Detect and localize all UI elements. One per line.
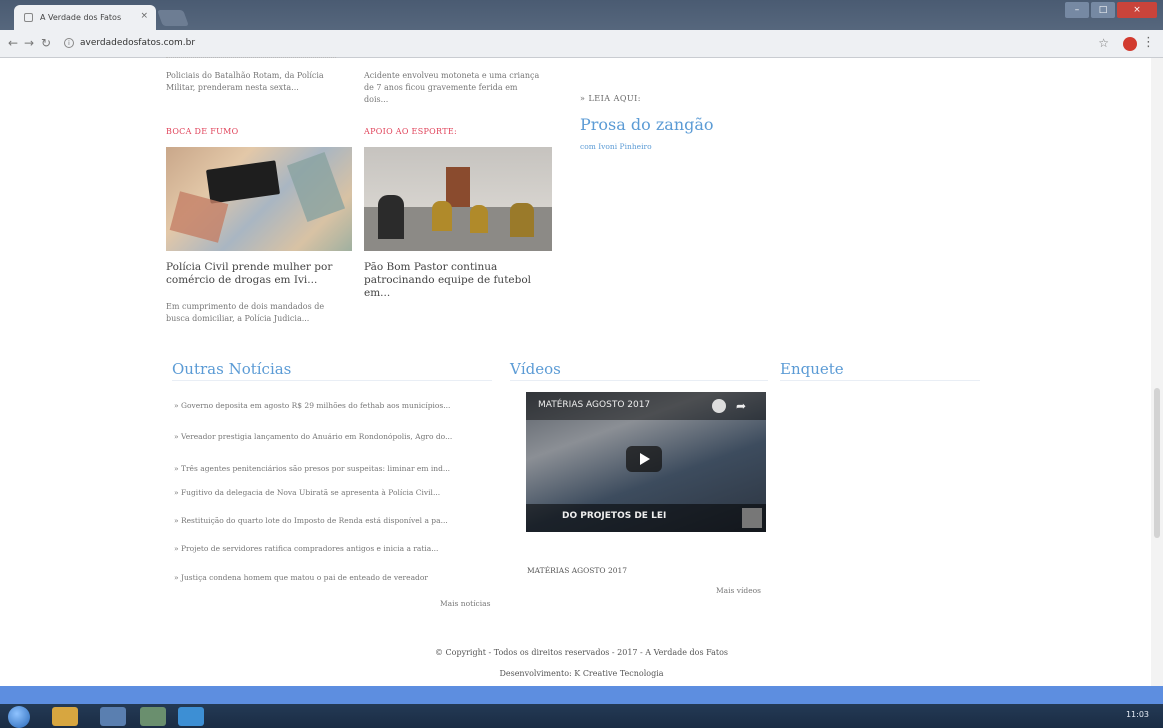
- outras-noticias-title: Outras Notícias: [172, 360, 292, 378]
- story-category[interactable]: APOIO AO ESPORTE:: [364, 127, 457, 136]
- footer-developer[interactable]: Desenvolvimento: K Creative Tecnologia: [0, 669, 1163, 678]
- news-list-item[interactable]: » Governo deposita em agosto R$ 29 milhõ…: [174, 401, 450, 410]
- forward-arrow-icon[interactable]: →: [24, 36, 34, 50]
- story-desc-top-middle[interactable]: Acidente envolveu motoneta e uma criança…: [364, 70, 544, 106]
- story-headline[interactable]: Polícia Civil prende mulher por comércio…: [166, 261, 346, 287]
- news-list-item[interactable]: » Três agentes penitenciários são presos…: [174, 464, 450, 473]
- tab-close-icon[interactable]: ×: [140, 11, 148, 21]
- person-image: [432, 201, 452, 231]
- extension-icon[interactable]: [1123, 37, 1137, 51]
- tab-title: A Verdade dos Fatos: [40, 13, 122, 22]
- news-list-item[interactable]: » Justiça condena homem que matou o pai …: [174, 573, 428, 582]
- story-thumbnail[interactable]: [364, 147, 552, 251]
- share-arrow-icon[interactable]: ➦: [736, 399, 746, 413]
- divider: [780, 380, 980, 381]
- story-thumbnail[interactable]: [166, 147, 352, 251]
- back-arrow-icon[interactable]: ←: [8, 36, 18, 50]
- site-bottom-bar: [0, 686, 1163, 704]
- bookmark-star-icon[interactable]: ☆: [1098, 36, 1109, 50]
- news-list-item[interactable]: » Fugitivo da delegacia de Nova Ubiratã …: [174, 488, 440, 497]
- minimize-button[interactable]: –: [1065, 2, 1089, 18]
- info-icon[interactable]: i: [64, 38, 74, 48]
- video-caption[interactable]: MATÉRIAS AGOSTO 2017: [527, 566, 627, 575]
- scrollbar-thumb[interactable]: [1154, 388, 1160, 538]
- money-image: [286, 151, 346, 223]
- prosa-author-link[interactable]: com Ivoni Pinheiro: [580, 142, 652, 151]
- news-list-item[interactable]: » Projeto de servidores ratifica comprad…: [174, 544, 438, 553]
- system-clock[interactable]: 11:03: [1126, 710, 1149, 719]
- story-category[interactable]: BOCA DE FUMO: [166, 127, 238, 136]
- story-description[interactable]: Em cumprimento de dois mandados de busca…: [166, 301, 346, 325]
- new-tab-button[interactable]: [157, 10, 189, 26]
- favicon-icon: [24, 13, 33, 22]
- mais-videos-link[interactable]: Mais vídeos: [716, 586, 761, 595]
- browser-tab[interactable]: A Verdade dos Fatos ×: [14, 5, 156, 30]
- divider: [510, 380, 768, 381]
- cutoff-text-left: [166, 54, 346, 64]
- page-content: Policiais do Batalhão Rotam, da Polícia …: [0, 57, 1163, 686]
- news-list-item[interactable]: » Vereador prestigia lançamento do Anuár…: [174, 432, 452, 441]
- address-bar[interactable]: i averdadedosfatos.com.br: [60, 34, 1080, 54]
- enquete-title: Enquete: [780, 360, 844, 378]
- videos-title: Vídeos: [510, 360, 561, 378]
- file-explorer-icon[interactable]: [52, 707, 78, 726]
- play-button[interactable]: [626, 446, 662, 472]
- media-player-icon[interactable]: [100, 707, 126, 726]
- browser-titlebar: A Verdade dos Fatos × – □ ×: [0, 0, 1163, 30]
- police-badge-image: [205, 160, 281, 204]
- mais-noticias-link[interactable]: Mais notícias: [440, 599, 490, 608]
- video-overlay-subtitle: DO PROJETOS DE LEI: [562, 511, 667, 521]
- video-clock-icon[interactable]: [712, 399, 726, 413]
- windows-taskbar: 11:03: [0, 704, 1163, 728]
- skype-icon[interactable]: [178, 707, 204, 726]
- url-text[interactable]: averdadedosfatos.com.br: [80, 38, 195, 48]
- leia-aqui-label: » LEIA AQUI:: [580, 94, 642, 103]
- footer-copyright: © Copyright - Todos os direitos reservad…: [434, 648, 729, 657]
- video-player[interactable]: MATÉRIAS AGOSTO 2017 ➦ DO PROJETOS DE LE…: [526, 392, 766, 532]
- story-desc-top-left[interactable]: Policiais do Batalhão Rotam, da Polícia …: [166, 70, 338, 94]
- news-list-item[interactable]: » Restituição do quarto lote do Imposto …: [174, 516, 448, 525]
- close-window-button[interactable]: ×: [1117, 2, 1157, 18]
- window-controls: – □ ×: [1065, 2, 1157, 18]
- page-scrollbar[interactable]: [1151, 58, 1163, 686]
- play-icon: [640, 453, 650, 465]
- divider: [172, 380, 492, 381]
- maximize-button[interactable]: □: [1091, 2, 1115, 18]
- reload-icon[interactable]: ↻: [41, 36, 51, 50]
- browser-menu-icon[interactable]: ⋮: [1142, 35, 1155, 50]
- person-image: [470, 205, 488, 233]
- story-headline[interactable]: Pão Bom Pastor continua patrocinando equ…: [364, 261, 544, 300]
- person-image: [510, 203, 534, 237]
- start-button[interactable]: [8, 706, 30, 728]
- chrome-icon[interactable]: [140, 707, 166, 726]
- video-overlay-title: MATÉRIAS AGOSTO 2017: [538, 400, 651, 410]
- prosa-title-link[interactable]: Prosa do zangão: [580, 115, 714, 134]
- person-image: [378, 195, 404, 239]
- channel-avatar[interactable]: [742, 508, 762, 528]
